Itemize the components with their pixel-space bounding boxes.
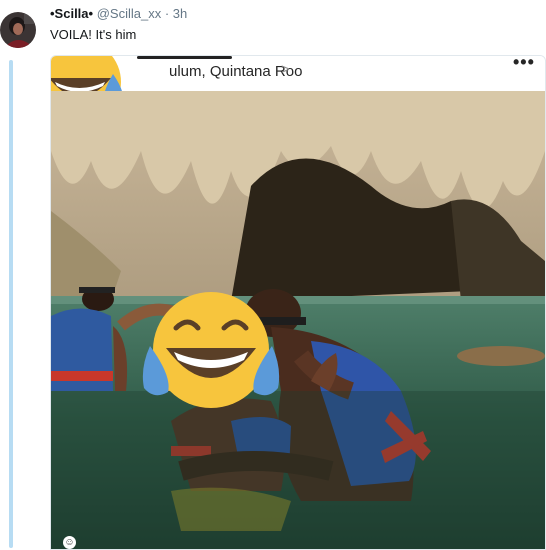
screenshot-top-edge (137, 56, 232, 59)
avatar[interactable] (0, 6, 36, 54)
display-name[interactable]: •Scilla• (50, 6, 93, 21)
tweet-header: •Scilla• @Scilla_xx · 3h (50, 6, 187, 22)
more-icon[interactable]: ••• (513, 56, 535, 73)
laughing-crying-emoji-icon (142, 292, 280, 408)
chevron-right-icon: > (281, 61, 290, 78)
cave-photo (51, 91, 545, 549)
separator: · (164, 6, 170, 21)
handle[interactable]: @Scilla_xx (97, 6, 162, 21)
thread-line (9, 60, 13, 548)
timestamp[interactable]: 3h (173, 6, 187, 21)
tweet-text: VOILA! It's him (50, 27, 137, 42)
tweet-media[interactable]: ulum, Quintana Roo > ••• ☺ (50, 55, 546, 550)
face-badge-icon: ☺ (63, 536, 76, 549)
